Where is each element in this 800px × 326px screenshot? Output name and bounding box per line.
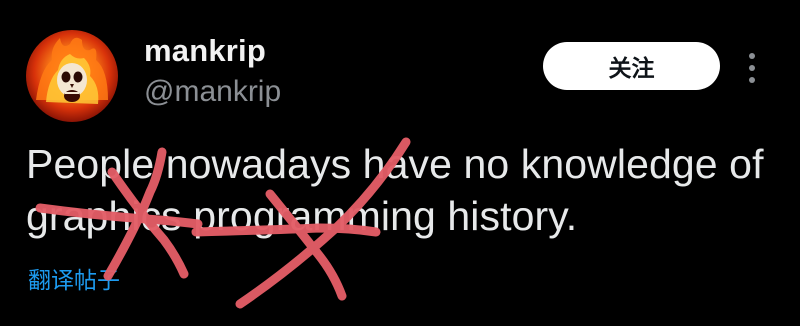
author-handle[interactable]: @mankrip: [144, 75, 281, 109]
author-display-name[interactable]: mankrip: [144, 33, 266, 69]
more-vertical-icon[interactable]: [742, 48, 762, 88]
avatar[interactable]: [26, 30, 118, 122]
follow-button[interactable]: 关注: [543, 42, 720, 90]
translate-post-link[interactable]: 翻译帖子: [28, 261, 120, 295]
post-text: People nowadays have no knowledge of gra…: [26, 141, 764, 239]
flaming-skull-avatar-icon: [36, 37, 108, 104]
